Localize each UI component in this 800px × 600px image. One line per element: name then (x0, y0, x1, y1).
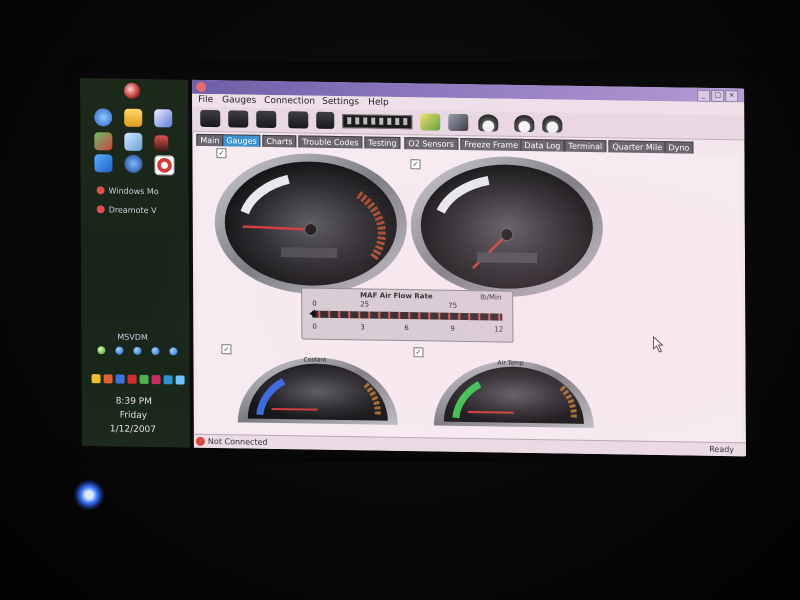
rpm-gauge (214, 153, 407, 294)
speed-gauge (410, 156, 603, 297)
air-temp-label: Air Temp (498, 360, 524, 367)
maf-bottom-tick: 9 (450, 324, 455, 333)
toolbar-car-icon-2[interactable] (228, 110, 249, 128)
maf-bottom-tick: 6 (404, 324, 409, 333)
notes-icon[interactable] (124, 132, 143, 151)
book-icon[interactable] (154, 109, 173, 128)
sidebar: Windows Mo Dreamote V MSVDM 8:39 PM Frid… (80, 78, 190, 448)
clock-date: 1/12/2007 (109, 424, 157, 436)
app-icon[interactable] (154, 135, 169, 152)
quick-launch-orb-1[interactable] (97, 346, 106, 355)
task-label: Dreamote V (108, 205, 157, 216)
clock-time: 8:39 PM (115, 396, 152, 408)
toolbar-digital-display (342, 114, 413, 130)
toolbar-add-icon[interactable] (420, 113, 441, 131)
clock-day: Friday (119, 410, 148, 421)
tray-icon-2[interactable] (103, 374, 113, 384)
tray-icon-8[interactable] (175, 375, 185, 385)
menu-settings[interactable]: Settings (322, 97, 359, 108)
maf-top-tick: 25 (360, 300, 370, 309)
start-orb-icon[interactable] (124, 82, 141, 99)
messenger-icon[interactable] (94, 154, 113, 173)
connection-status: Not Connected (207, 436, 268, 447)
tray-icon-5[interactable] (139, 374, 149, 385)
tray-icon-7[interactable] (163, 375, 173, 385)
quick-launch-orb-2[interactable] (115, 346, 124, 355)
toolbar-car-icon-4[interactable] (288, 111, 309, 129)
menu-gauges[interactable]: Gauges (222, 95, 256, 106)
screen: Windows Mo Dreamote V MSVDM 8:39 PM Frid… (80, 78, 747, 457)
media-player-icon[interactable] (124, 154, 143, 173)
tray-icon-4[interactable] (127, 374, 137, 384)
maf-bottom-tick: 0 (312, 322, 317, 331)
gauge-icon[interactable] (478, 114, 499, 132)
menu-file[interactable]: File (198, 95, 213, 105)
tray-icon-3[interactable] (115, 374, 125, 384)
app-window: _ □ × File Gauges Connection Settings He… (192, 79, 747, 457)
menu-connection[interactable]: Connection (264, 96, 315, 107)
maf-unit: lb/Min (480, 293, 502, 302)
gauge-settings-icon[interactable] (542, 115, 563, 133)
menu-help[interactable]: Help (368, 98, 389, 108)
coolant-label: Coolant (303, 356, 327, 363)
gauge-add-icon[interactable] (514, 114, 535, 133)
maf-top-tick: 0 (312, 299, 317, 308)
task-label: Windows Mo (108, 186, 159, 197)
tools-icon[interactable] (94, 132, 113, 151)
sidebar-title: MSVDM (117, 332, 148, 343)
power-led (74, 480, 104, 510)
tray-icon-1[interactable] (91, 374, 101, 384)
maximize-button[interactable]: □ (711, 89, 725, 103)
coolant-needle (271, 407, 318, 411)
internet-explorer-icon[interactable] (94, 108, 113, 127)
gauges-panel: ✓ ✓ ✓ ✓ Coolant Air Temp MAF Air Flow Ra… (196, 145, 742, 443)
taskbar-item-windows-media[interactable]: Windows Mo (96, 186, 181, 200)
maf-pointer (309, 309, 316, 318)
toolbar-gauge-remove-icon[interactable] (448, 113, 469, 132)
tray-icon-6[interactable] (151, 375, 161, 385)
photo: Windows Mo Dreamote V MSVDM 8:39 PM Frid… (0, 0, 800, 600)
maf-bottom-tick: 3 (360, 323, 365, 332)
maf-bottom-tick: 12 (494, 325, 504, 334)
windows-media-icon (96, 186, 105, 195)
quick-launch-orb-4[interactable] (151, 347, 160, 356)
app-icon (196, 81, 207, 92)
coolant-gauge (237, 357, 398, 425)
obd-app-icon[interactable] (154, 155, 175, 176)
minimize-button[interactable]: _ (697, 89, 711, 102)
disconnected-icon (195, 436, 205, 446)
dreamote-icon (96, 205, 105, 214)
toolbar-car-icon-1[interactable] (200, 109, 221, 128)
mouse-cursor (653, 336, 664, 353)
quick-launch-orb-3[interactable] (133, 346, 142, 355)
ready-status: Ready (709, 444, 735, 455)
toolbar-car-icon-5[interactable] (316, 111, 335, 129)
air-temp-needle (467, 411, 514, 414)
quick-launch-orb-5[interactable] (169, 347, 178, 356)
folder-icon[interactable] (124, 108, 143, 127)
maf-top-tick: 75 (448, 301, 458, 310)
maf-bar-gauge: MAF Air Flow Rate lb/Min 0 25 75 0 3 6 9… (301, 287, 514, 343)
toolbar-car-icon-3[interactable] (256, 110, 277, 129)
maf-title: MAF Air Flow Rate (360, 291, 433, 301)
air-temp-gauge (433, 360, 594, 428)
close-button[interactable]: × (725, 90, 739, 103)
taskbar-item-dreamote[interactable]: Dreamote V (96, 205, 181, 219)
